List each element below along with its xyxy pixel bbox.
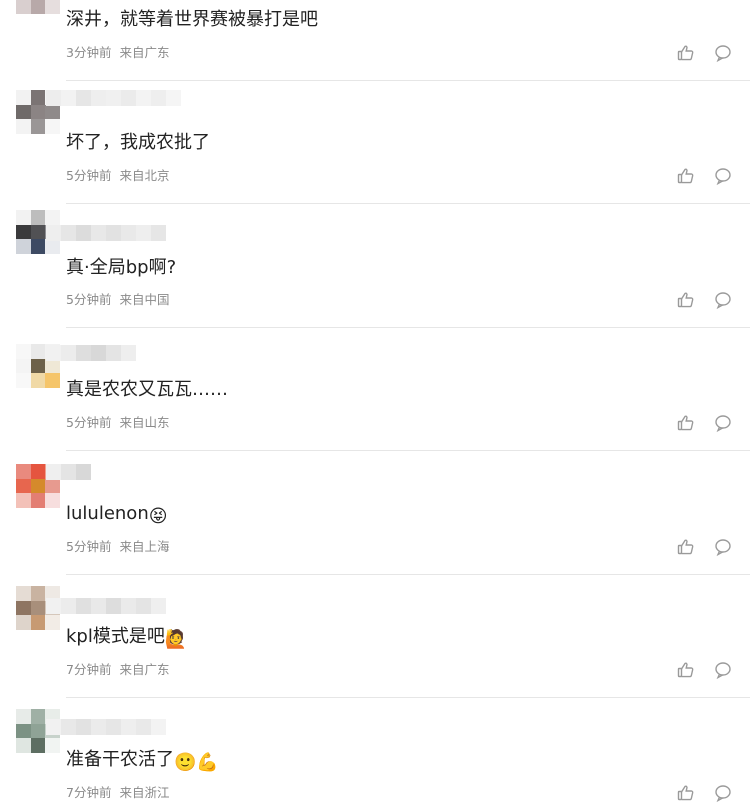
reply-button[interactable] xyxy=(713,290,733,310)
raising-hand-emoji: 🙋 xyxy=(164,629,188,650)
thumbs-up-icon xyxy=(677,168,694,184)
reply-button[interactable] xyxy=(713,166,733,186)
comment-location: 来自上海 xyxy=(119,539,170,554)
comment-text-content: 坏了，我成农批了 xyxy=(66,132,210,153)
comment-text: 真是农农又瓦瓦…… xyxy=(66,378,228,402)
reply-button[interactable] xyxy=(713,43,733,63)
comment-item: 深井，就等着世界赛被暴打是吧 3分钟前 来自广东 xyxy=(0,0,754,81)
comment-location: 来自北京 xyxy=(119,168,170,183)
comment-bubble-icon xyxy=(715,415,731,433)
username-blurred[interactable] xyxy=(46,90,181,106)
comment-location: 来自中国 xyxy=(119,292,170,307)
comment-location: 来自山东 xyxy=(119,415,170,430)
thumbs-up-icon xyxy=(677,662,694,678)
comment-location: 来自广东 xyxy=(119,662,170,677)
thumbs-up-icon xyxy=(677,539,694,555)
comment-text-content: 真是农农又瓦瓦…… xyxy=(66,379,228,400)
comment-time: 5分钟前 xyxy=(66,292,112,307)
comment-text: 坏了，我成农批了 xyxy=(66,131,210,155)
thumbs-up-icon xyxy=(677,292,694,308)
thumbs-up-icon xyxy=(677,45,694,61)
thumbs-up-icon xyxy=(677,415,694,431)
comment-text-content: 准备干农活了 xyxy=(66,749,174,770)
comment-time: 5分钟前 xyxy=(66,168,112,183)
comment-meta: 7分钟前 来自浙江 xyxy=(66,785,169,801)
comment-meta: 5分钟前 来自山东 xyxy=(66,415,169,431)
avatar[interactable] xyxy=(16,0,60,14)
comment-item: kpl模式是吧🙋 7分钟前 来自广东 xyxy=(0,574,754,698)
like-button[interactable] xyxy=(676,660,696,680)
comment-item: 坏了，我成农批了 5分钟前 来自北京 xyxy=(0,80,754,204)
comment-text: lululenon😝 xyxy=(66,502,168,526)
comment-time: 5分钟前 xyxy=(66,415,112,430)
laughing-face-emoji: 😝 xyxy=(148,506,168,527)
username-blurred[interactable] xyxy=(46,598,166,614)
smile-and-flex-emoji: 🙂💪 xyxy=(174,752,219,773)
reply-button[interactable] xyxy=(713,660,733,680)
reply-button[interactable] xyxy=(713,413,733,433)
comment-bubble-icon xyxy=(715,662,731,680)
comment-time: 7分钟前 xyxy=(66,662,112,677)
comment-item: 真是农农又瓦瓦…… 5分钟前 来自山东 xyxy=(0,327,754,451)
thumbs-up-icon xyxy=(677,785,694,801)
comment-time: 3分钟前 xyxy=(66,45,112,60)
like-button[interactable] xyxy=(676,166,696,186)
like-button[interactable] xyxy=(676,783,696,803)
comment-meta: 7分钟前 来自广东 xyxy=(66,662,169,678)
username-blurred[interactable] xyxy=(46,464,91,480)
comment-text: kpl模式是吧🙋 xyxy=(66,625,187,649)
comment-meta: 5分钟前 来自北京 xyxy=(66,168,169,184)
comment-text: 准备干农活了🙂💪 xyxy=(66,748,219,772)
username-blurred[interactable] xyxy=(46,345,136,361)
comment-feed: 深井，就等着世界赛被暴打是吧 3分钟前 来自广东 坏了，我成农批了 5分钟前 来… xyxy=(0,0,754,803)
comment-meta: 5分钟前 来自中国 xyxy=(66,292,169,308)
comment-bubble-icon xyxy=(715,168,731,186)
comment-location: 来自浙江 xyxy=(119,785,170,800)
comment-text-content: kpl模式是吧 xyxy=(66,626,165,647)
comment-text-content: 真·全局bp啊? xyxy=(66,257,177,278)
comment-text-content: lululenon xyxy=(66,503,149,524)
comment-item: 真·全局bp啊? 5分钟前 来自中国 xyxy=(0,203,754,328)
username-blurred[interactable] xyxy=(46,719,166,735)
like-button[interactable] xyxy=(676,537,696,557)
comment-bubble-icon xyxy=(715,292,731,310)
comment-location: 来自广东 xyxy=(119,45,170,60)
like-button[interactable] xyxy=(676,43,696,63)
comment-bubble-icon xyxy=(715,785,731,803)
comment-time: 5分钟前 xyxy=(66,539,112,554)
username-blurred[interactable] xyxy=(46,225,166,241)
comment-item: 准备干农活了🙂💪 7分钟前 来自浙江 xyxy=(0,697,754,803)
comment-bubble-icon xyxy=(715,45,731,63)
comment-item: lululenon😝 5分钟前 来自上海 xyxy=(0,450,754,575)
comment-text: 真·全局bp啊? xyxy=(66,256,176,280)
comment-text: 深井，就等着世界赛被暴打是吧 xyxy=(66,8,318,32)
comment-meta: 3分钟前 来自广东 xyxy=(66,45,169,61)
comment-text-content: 深井，就等着世界赛被暴打是吧 xyxy=(66,9,318,30)
like-button[interactable] xyxy=(676,413,696,433)
like-button[interactable] xyxy=(676,290,696,310)
comment-meta: 5分钟前 来自上海 xyxy=(66,539,169,555)
reply-button[interactable] xyxy=(713,783,733,803)
reply-button[interactable] xyxy=(713,537,733,557)
comment-time: 7分钟前 xyxy=(66,785,112,800)
comment-bubble-icon xyxy=(715,539,731,557)
